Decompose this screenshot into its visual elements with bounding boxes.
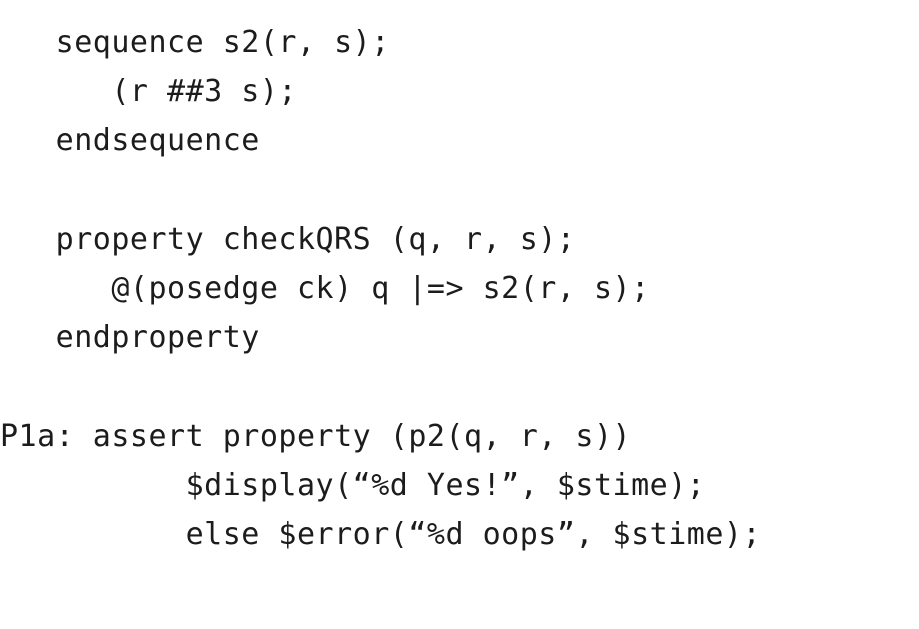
code-block: sequence s2(r, s); (r ##3 s); endsequenc…: [0, 0, 919, 559]
